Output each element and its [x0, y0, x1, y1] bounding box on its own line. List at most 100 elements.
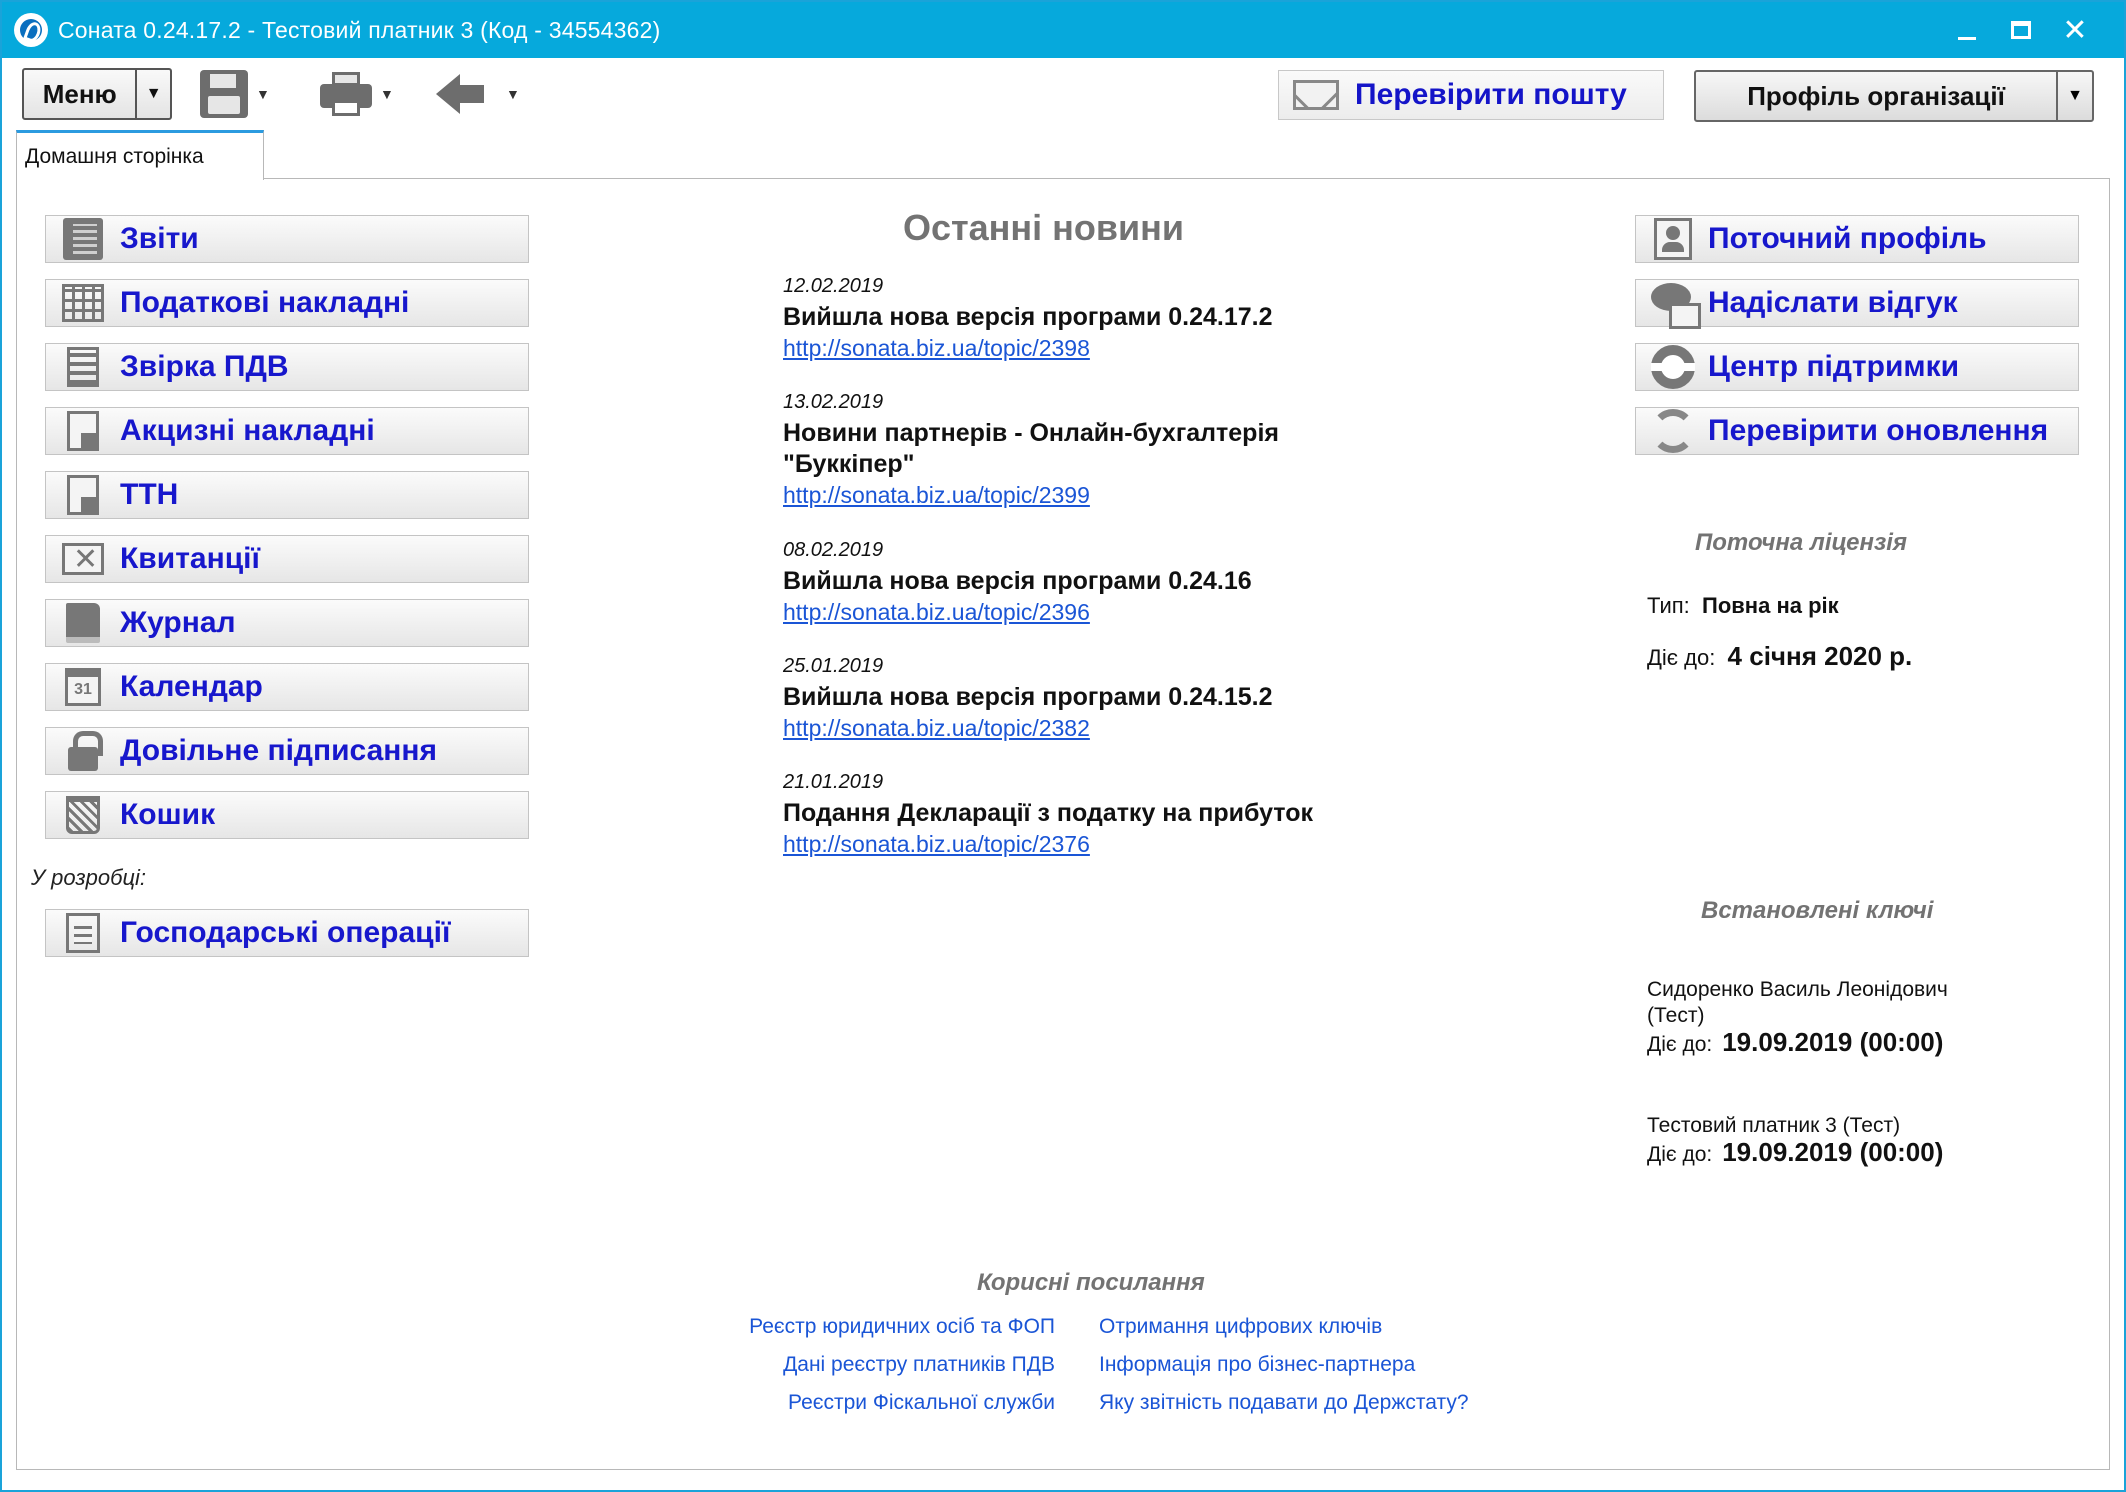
license-until-value: 4 січня 2020 р. [1727, 641, 1913, 671]
nav-item-reports[interactable]: Звіти [45, 215, 529, 263]
useful-links-title: Корисні посилання [977, 1269, 1205, 1296]
calendar-icon: 31 [65, 668, 101, 706]
nav-item-label: Квитанції [120, 542, 260, 575]
chevron-down-icon[interactable]: ▼ [137, 85, 170, 103]
profile-icon [1654, 218, 1692, 260]
current-profile-button[interactable]: Поточний профіль [1635, 215, 2079, 263]
menu-button[interactable]: Меню ▼ [22, 68, 172, 120]
nav-item-journal[interactable]: Журнал [45, 599, 529, 647]
send-feedback-button[interactable]: Надіслати відгук [1635, 279, 2079, 329]
nav-item-tax-invoices[interactable]: Податкові накладні [45, 279, 529, 327]
key-until-value: 19.09.2019 (00:00) [1722, 1027, 1944, 1057]
useful-link[interactable]: Яку звітність подавати до Держстату? [1099, 1391, 1469, 1415]
news-link[interactable]: http://sonata.biz.ua/topic/2398 [783, 335, 1090, 362]
grid-icon [62, 284, 104, 322]
feedback-icon [1651, 283, 1701, 329]
support-center-label: Центр підтримки [1708, 350, 1960, 383]
back-arrow-icon [436, 74, 484, 114]
check-updates-button[interactable]: Перевірити оновлення [1635, 407, 2079, 455]
news-link[interactable]: http://sonata.biz.ua/topic/2376 [783, 831, 1090, 858]
nav-item-label: Кошик [120, 798, 216, 831]
nav-item-business-operations[interactable]: Господарські операції [45, 909, 529, 957]
news-headline: Вийшла нова версія програми 0.24.16 [783, 567, 1252, 595]
nav-item-label: Звірка ПДВ [120, 350, 289, 383]
maximize-button[interactable] [2000, 10, 2042, 50]
org-profile-button[interactable]: Профіль організації ▼ [1694, 70, 2094, 122]
nav-item-vat-reconciliation[interactable]: Звірка ПДВ [45, 343, 529, 391]
news-date: 12.02.2019 [783, 275, 884, 297]
nav-item-arbitrary-signing[interactable]: Довільне підписання [45, 727, 529, 775]
key-item: Сидоренко Василь Леонідович (Тест) Діє д… [1647, 977, 2007, 1058]
useful-link[interactable]: Реєстр юридичних осіб та ФОП [635, 1315, 1055, 1339]
save-button[interactable]: ▼ [200, 70, 270, 118]
sonata-logo-icon [14, 13, 48, 47]
in-development-label: У розробці: [31, 865, 147, 890]
close-icon: ✕ [2062, 12, 2088, 48]
license-type-value: Повна на рік [1702, 593, 1839, 618]
toolbar: Меню ▼ ▼ ▼ ▼ Перевірити пошту Профіль ор… [2, 58, 2124, 128]
minimize-button[interactable] [1946, 10, 1988, 50]
nav-item-excise-invoices[interactable]: Акцизні накладні [45, 407, 529, 455]
menu-button-label: Меню [24, 70, 138, 118]
save-icon [200, 70, 248, 118]
chevron-down-icon[interactable]: ▼ [506, 86, 520, 102]
chevron-down-icon[interactable]: ▼ [2058, 87, 2092, 105]
window-title: Соната 0.24.17.2 - Тестовий платник 3 (К… [58, 16, 661, 43]
useful-link[interactable]: Дані реєстру платників ПДВ [635, 1353, 1055, 1377]
key-item: Тестовий платник 3 (Тест) Діє до: 19.09.2… [1647, 1113, 2007, 1168]
useful-link[interactable]: Отримання цифрових ключів [1099, 1315, 1382, 1339]
nav-item-label: ТТН [120, 478, 179, 511]
nav-item-receipts[interactable]: Квитанції [45, 535, 529, 583]
nav-item-ttn[interactable]: ТТН [45, 471, 529, 519]
key-owner: Сидоренко Василь Леонідович (Тест) [1647, 978, 1948, 1027]
app-window: Соната 0.24.17.2 - Тестовий платник 3 (К… [0, 0, 2126, 1492]
refresh-icon [1651, 409, 1695, 453]
send-feedback-label: Надіслати відгук [1708, 286, 1958, 319]
back-button[interactable]: ▼ [436, 72, 520, 116]
window-controls: ✕ [1946, 10, 2096, 50]
mail-icon [1293, 80, 1339, 110]
license-type-label: Тип: [1647, 593, 1690, 618]
minimize-icon [1958, 36, 1976, 40]
useful-link[interactable]: Реєстри Фіскальної служби [635, 1391, 1055, 1415]
news-item: 08.02.2019 Вийшла нова версія програми 0… [783, 539, 1403, 626]
news-headline: Вийшла нова версія програми 0.24.17.2 [783, 303, 1273, 331]
news-title: Останні новини [903, 207, 1185, 248]
print-button[interactable]: ▼ [320, 72, 394, 116]
close-button[interactable]: ✕ [2054, 10, 2096, 50]
current-profile-label: Поточний профіль [1708, 222, 1987, 255]
news-item: 13.02.2019 Новини партнерів - Онлайн-бух… [783, 391, 1403, 509]
nav-item-label: Звіти [120, 222, 199, 255]
key-until-value: 19.09.2019 (00:00) [1722, 1137, 1944, 1167]
news-link[interactable]: http://sonata.biz.ua/topic/2396 [783, 599, 1090, 626]
calculator-icon [67, 347, 99, 387]
title-bar[interactable]: Соната 0.24.17.2 - Тестовий платник 3 (К… [2, 2, 2124, 58]
nav-item-calendar[interactable]: 31 Календар [45, 663, 529, 711]
license-type: Тип: Повна на рік [1647, 593, 1839, 619]
list-icon [66, 913, 100, 953]
news-item: 21.01.2019 Подання Декларації з податку … [783, 771, 1403, 858]
license-until-label: Діє до: [1647, 645, 1716, 670]
keys-title: Встановлені ключі [1701, 897, 1934, 924]
news-link[interactable]: http://sonata.biz.ua/topic/2382 [783, 715, 1090, 742]
support-icon [1651, 345, 1695, 389]
check-updates-label: Перевірити оновлення [1708, 414, 2049, 447]
key-until-label: Діє до: [1647, 1143, 1713, 1166]
tab-home[interactable]: Домашня сторінка [16, 130, 264, 180]
news-date: 21.01.2019 [783, 771, 884, 793]
check-mail-button[interactable]: Перевірити пошту [1278, 70, 1664, 120]
news-link[interactable]: http://sonata.biz.ua/topic/2399 [783, 482, 1090, 509]
news-item: 25.01.2019 Вийшла нова версія програми 0… [783, 655, 1403, 742]
check-mail-label: Перевірити пошту [1355, 78, 1627, 111]
nav-item-label: Календар [120, 670, 263, 703]
support-center-button[interactable]: Центр підтримки [1635, 343, 2079, 391]
chevron-down-icon[interactable]: ▼ [256, 86, 270, 102]
lock-icon [68, 731, 103, 771]
truck-document-icon [67, 475, 99, 515]
nav-item-trash[interactable]: Кошик [45, 791, 529, 839]
news-headline: Вийшла нова версія програми 0.24.15.2 [783, 683, 1273, 711]
maximize-icon [2011, 21, 2031, 39]
chevron-down-icon[interactable]: ▼ [380, 86, 394, 102]
trash-icon [66, 796, 100, 834]
useful-link[interactable]: Інформація про бізнес-партнера [1099, 1353, 1415, 1377]
